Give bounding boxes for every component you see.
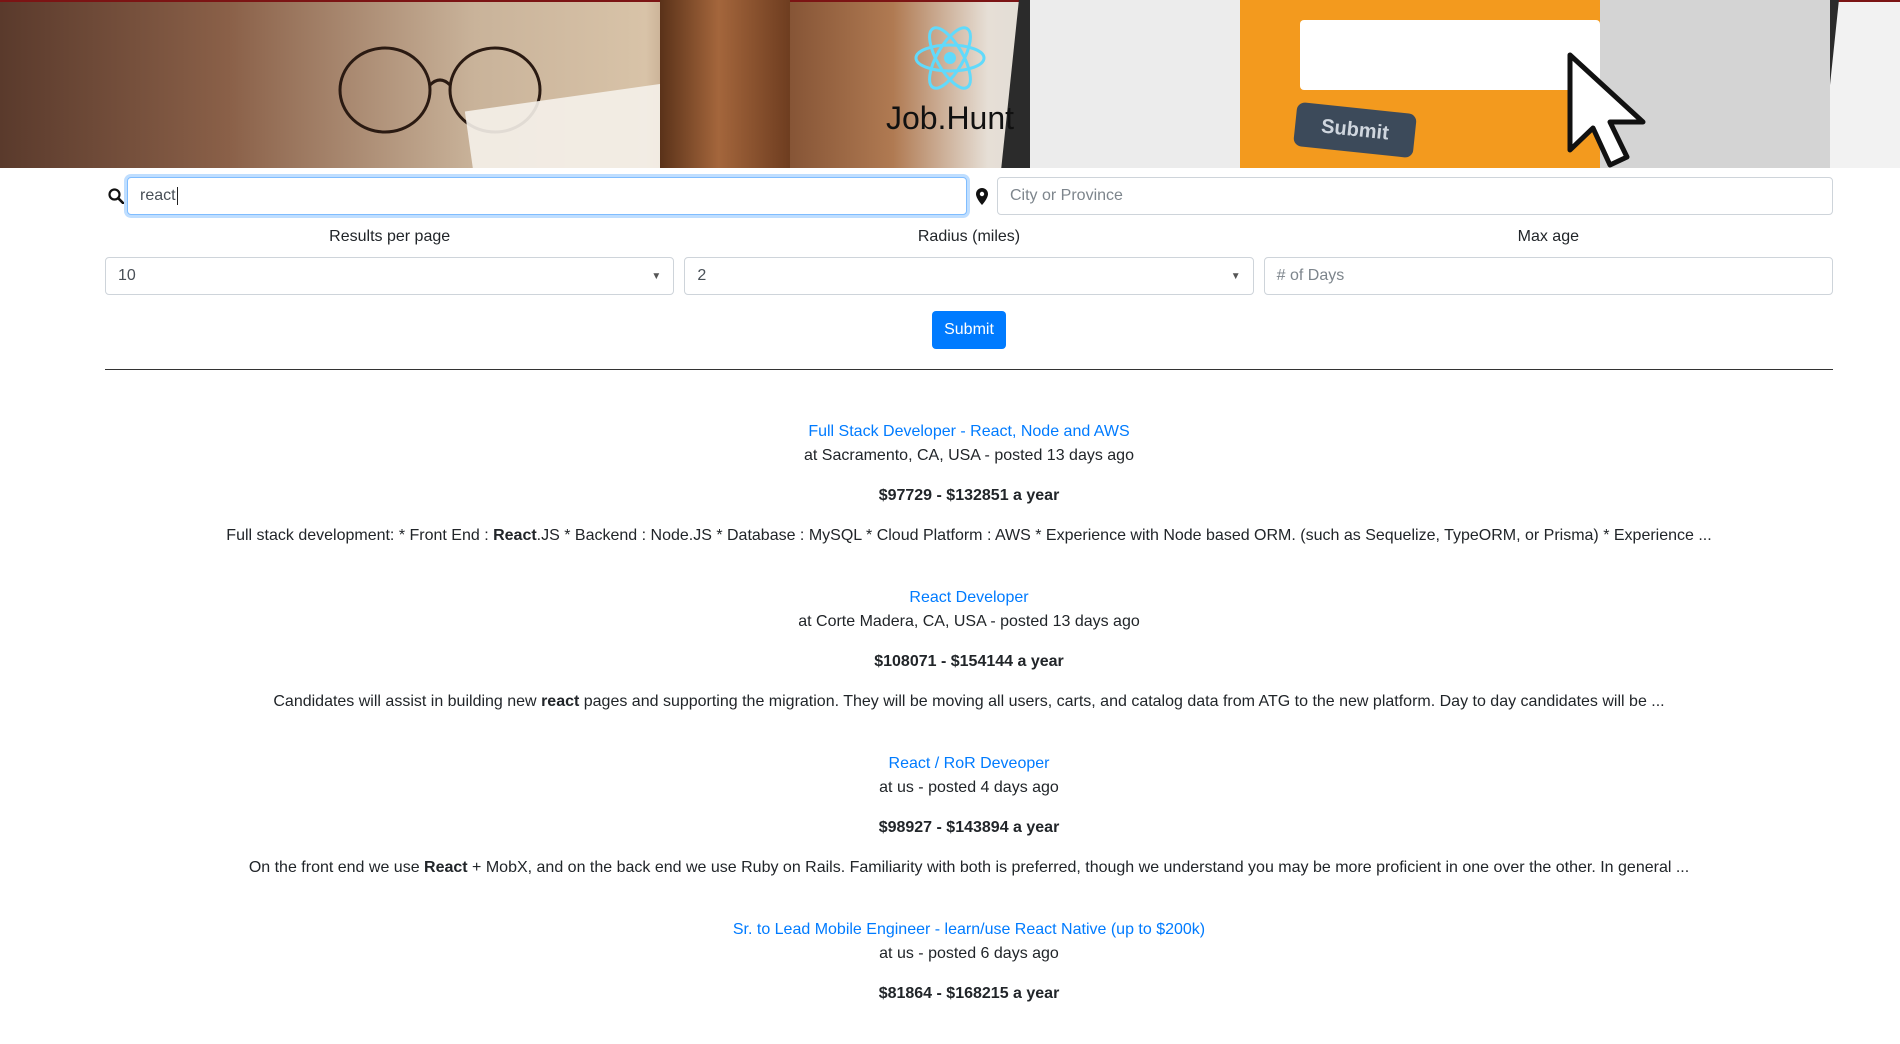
job-salary: $98927 - $143894 a year [878,819,1060,836]
job-title-link[interactable]: Sr. to Lead Mobile Engineer - learn/use … [105,918,1833,942]
job-title-link[interactable]: React Developer [105,586,1833,610]
job-location: at Sacramento, CA, USA - posted 13 days … [804,447,1134,464]
job-salary: $97729 - $132851 a year [878,487,1060,504]
text-caret [176,187,178,205]
job-description: Full stack development: * Front End : Re… [105,524,1833,548]
hero-banner: Submit Job.Hunt [0,0,1900,168]
job-desc-highlight: react [541,693,580,710]
submit-button[interactable]: Submit [932,311,1006,349]
job-desc-after: .JS * Backend : Node.JS * Database : MyS… [536,527,1712,544]
submit-row: Submit [105,311,1833,349]
location-input[interactable]: City or Province [997,177,1833,215]
job-listing: Sr. to Lead Mobile Engineer - learn/use … [105,918,1833,1006]
results-per-page-value: 10 [118,267,136,284]
map-marker-icon [967,187,997,205]
job-description: Candidates will assist in building new r… [105,690,1833,714]
job-salary: $81864 - $168215 a year [878,985,1060,1002]
radius-value: 2 [697,267,707,284]
react-logo-icon [914,26,986,90]
brand-title: Job.Hunt [885,100,1015,136]
max-age-placeholder: # of Days [1276,267,1345,284]
chevron-down-icon: ▼ [651,270,662,282]
search-form: react City or Province Results per page … [105,168,1833,1044]
max-age-label: Max age [1517,228,1579,245]
job-listing: React Developer at Corte Madera, CA, USA… [105,586,1833,714]
job-title-link[interactable]: Full Stack Developer - React, Node and A… [105,420,1833,444]
search-row: react City or Province [105,177,1833,215]
max-age-input[interactable]: # of Days [1263,257,1833,295]
job-desc-before: On the front end we use [248,859,425,876]
location-input-placeholder: City or Province [1010,187,1123,204]
job-desc-after: pages and supporting the migration. They… [579,693,1665,710]
job-location: at Corte Madera, CA, USA - posted 13 day… [798,613,1140,630]
job-listing: Full Stack Developer - React, Node and A… [105,420,1833,548]
job-location: at us - posted 6 days ago [879,945,1059,962]
job-description: On the front end we use React + MobX, an… [105,856,1833,880]
keyword-input[interactable]: react [127,177,967,215]
max-age-group: Max age # of Days [1263,225,1833,295]
job-salary: $108071 - $154144 a year [874,653,1064,670]
job-location: at us - posted 4 days ago [879,779,1059,796]
results-per-page-select[interactable]: 10 ▼ [105,257,675,295]
results-per-page-group: Results per page 10 ▼ [105,225,675,295]
radius-label: Radius (miles) [917,228,1021,245]
job-results-list: Full Stack Developer - React, Node and A… [105,420,1833,1006]
radius-select[interactable]: 2 ▼ [684,257,1254,295]
radius-group: Radius (miles) 2 ▼ [684,225,1254,295]
job-desc-before: Full stack development: * Front End : [226,527,494,544]
results-per-page-label: Results per page [329,228,451,245]
filters-row: Results per page 10 ▼ Radius (miles) 2 ▼… [105,225,1833,295]
keyword-input-value: react [140,187,176,204]
chevron-down-icon: ▼ [1230,270,1241,282]
job-title-link[interactable]: React / RoR Deveoper [105,752,1833,776]
search-icon [105,188,127,204]
job-desc-highlight: React [424,859,468,876]
job-desc-after: + MobX, and on the back end we use Ruby … [467,859,1690,876]
job-listing: React / RoR Deveoper at us - posted 4 da… [105,752,1833,880]
job-desc-before: Candidates will assist in building new [273,693,542,710]
job-desc-highlight: React [493,527,537,544]
section-divider [105,369,1833,370]
